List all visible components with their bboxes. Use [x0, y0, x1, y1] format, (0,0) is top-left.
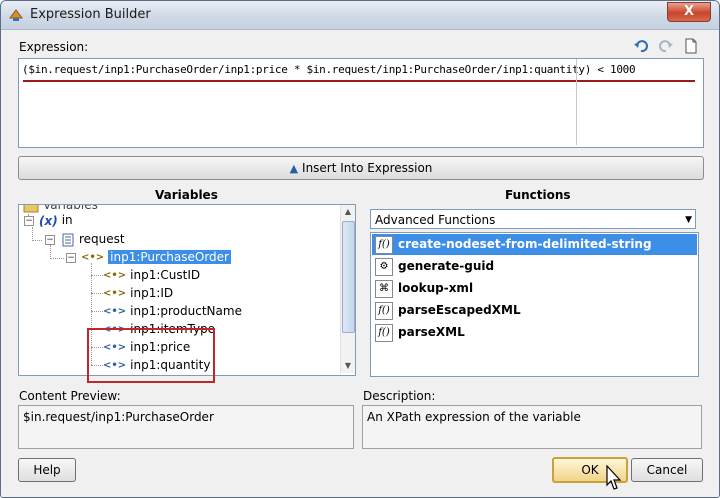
scrollbar-thumb[interactable] — [342, 221, 355, 333]
functions-list[interactable]: f() create-nodeset-from-delimited-string… — [370, 232, 699, 377]
function-item-label: parseEscapedXML — [398, 303, 521, 317]
folder-icon — [23, 205, 39, 212]
element-icon: <•> — [103, 287, 127, 299]
scroll-up-icon[interactable]: ▲ — [341, 205, 355, 219]
title-bar[interactable]: Expression Builder X — [1, 1, 719, 30]
content-preview-box: $in.request/inp1:PurchaseOrder — [18, 405, 354, 449]
undo-icon[interactable] — [633, 38, 649, 54]
new-document-icon[interactable] — [683, 38, 699, 54]
function-category-value: Advanced Functions — [375, 213, 496, 227]
function-item-label: generate-guid — [398, 259, 495, 273]
tree-node-productname[interactable]: <•> inp1:productName — [103, 302, 242, 320]
function-category-select[interactable]: Advanced Functions ▼ — [370, 209, 696, 229]
element-icon: <•> — [81, 251, 105, 263]
xml-lookup-icon: ⌘ — [375, 280, 393, 298]
collapse-toggle[interactable]: − — [66, 253, 76, 263]
expression-builder-window: Expression Builder X Expression: ($in.re… — [0, 0, 720, 498]
description-box: An XPath expression of the variable — [362, 405, 702, 449]
gear-icon: ⚙ — [375, 258, 393, 276]
tree-node-label: inp1:productName — [130, 304, 242, 318]
function-item-create-nodeset[interactable]: f() create-nodeset-from-delimited-string — [372, 234, 697, 255]
collapse-toggle[interactable]: − — [45, 235, 55, 245]
function-icon: f() — [375, 236, 393, 254]
close-button[interactable]: X — [667, 2, 711, 22]
tree-node-custid[interactable]: <•> inp1:CustID — [103, 266, 200, 284]
function-item-label: create-nodeset-from-delimited-string — [398, 237, 652, 251]
document-icon — [62, 233, 74, 246]
mouse-cursor-icon — [606, 465, 622, 490]
editor-margin-line — [576, 59, 577, 145]
variable-icon: (x) — [39, 213, 58, 228]
arrow-up-icon: ▲ — [289, 162, 299, 175]
content-preview-label: Content Preview: — [19, 389, 121, 403]
functions-heading: Functions — [505, 188, 571, 202]
element-icon: <•> — [103, 305, 127, 317]
tree-node-in[interactable]: (x) in — [39, 211, 73, 229]
expression-editor[interactable]: ($in.request/inp1:PurchaseOrder/inp1:pri… — [18, 58, 704, 148]
insert-into-expression-button[interactable]: ▲ Insert Into Expression — [18, 156, 704, 180]
expression-error-underline — [23, 80, 695, 82]
function-icon: f() — [375, 324, 393, 342]
expression-label: Expression: — [19, 40, 89, 54]
function-item-label: lookup-xml — [398, 281, 474, 295]
window-title: Expression Builder — [30, 7, 151, 22]
variables-heading: Variables — [155, 188, 218, 202]
function-item-generate-guid[interactable]: ⚙ generate-guid — [372, 256, 697, 277]
tree-scrollbar[interactable]: ▲ ▼ — [340, 205, 355, 373]
tree-node-label: in — [61, 213, 73, 227]
function-item-lookup-xml[interactable]: ⌘ lookup-xml — [372, 278, 697, 299]
tree-node-label: inp1:PurchaseOrder — [108, 250, 231, 264]
collapse-toggle[interactable]: − — [24, 216, 34, 226]
function-item-parseescapedxml[interactable]: f() parseEscapedXML — [372, 300, 697, 321]
function-icon: f() — [375, 302, 393, 320]
function-item-parsexml[interactable]: f() parseXML — [372, 322, 697, 343]
insert-button-label: Insert Into Expression — [302, 161, 433, 175]
help-button[interactable]: Help — [18, 458, 76, 482]
annotation-highlight-box — [87, 328, 215, 383]
app-icon — [9, 9, 23, 21]
tree-node-label: request — [79, 232, 125, 246]
content-preview-value: $in.request/inp1:PurchaseOrder — [23, 410, 214, 424]
cancel-button[interactable]: Cancel — [631, 458, 703, 482]
description-value: An XPath expression of the variable — [367, 410, 581, 424]
expression-text[interactable]: ($in.request/inp1:PurchaseOrder/inp1:pri… — [22, 63, 636, 76]
redo-icon[interactable] — [658, 38, 674, 54]
tree-node-label: inp1:CustID — [130, 268, 201, 282]
tree-node-label: inp1:ID — [130, 286, 174, 300]
chevron-down-icon[interactable]: ▼ — [685, 210, 692, 230]
tree-node-id[interactable]: <•> inp1:ID — [103, 284, 173, 302]
scroll-down-icon[interactable]: ▼ — [341, 359, 355, 373]
function-item-label: parseXML — [398, 325, 465, 339]
tree-node-request[interactable]: request — [61, 230, 125, 248]
description-label: Description: — [363, 389, 436, 403]
element-icon: <•> — [103, 269, 127, 281]
tree-node-purchase-order[interactable]: <•> inp1:PurchaseOrder — [81, 248, 231, 266]
